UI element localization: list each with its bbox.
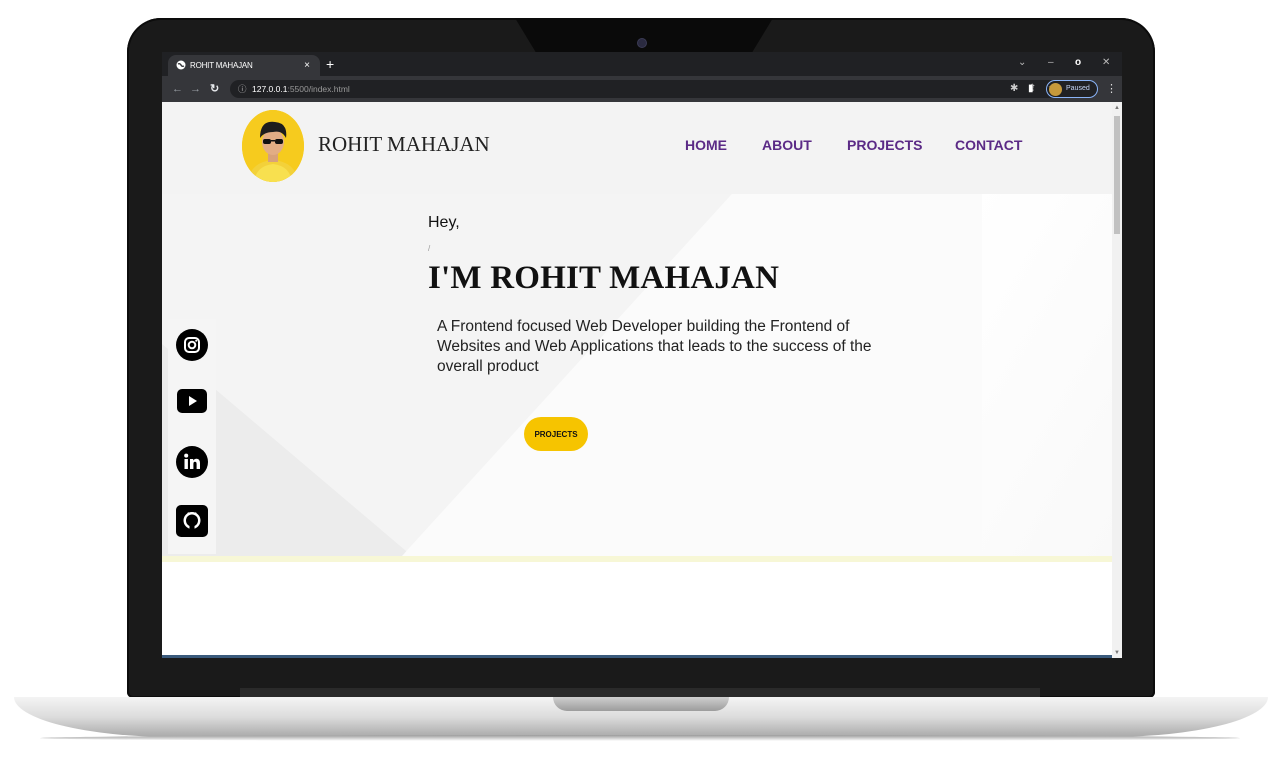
url-host: 127.0.0.1 [252,84,288,94]
nav-about[interactable]: ABOUT [762,137,812,153]
tab-close-icon[interactable]: × [304,55,310,76]
instagram-icon[interactable] [176,329,208,361]
scroll-up-icon[interactable]: ▲ [1114,105,1120,111]
side-panel-icon[interactable]: ▮ [1028,80,1034,98]
new-tab-button[interactable]: + [326,54,334,74]
address-bar[interactable]: ⓘ 127.0.0.1:5500/index.html ⇪ ☆ [230,80,1098,98]
next-section [162,562,1112,656]
nav-contact[interactable]: CONTACT [955,137,1022,153]
extensions-puzzle-icon[interactable]: ✱ [1010,80,1018,98]
maximize-button[interactable]: o [1075,52,1081,74]
profile-status: Paused [1066,85,1090,92]
hero-section: Hey, / I'M ROHIT MAHAJAN A Frontend focu… [162,194,1112,556]
hero-greeting: Hey, [428,214,460,231]
linkedin-icon[interactable] [176,446,208,478]
instagram-glyph-icon [184,337,200,353]
url-path: :5500/index.html [287,84,350,94]
browser-window: ROHIT MAHAJAN × + ⌄ – o ✕ ← → ↻ ⓘ 127.0.… [162,52,1122,658]
github-icon[interactable] [176,505,208,537]
profile-avatar [1049,83,1062,96]
laptop-base-notch [553,697,729,711]
linkedin-glyph-icon [184,453,200,469]
nav-home[interactable]: HOME [685,137,727,153]
close-window-button[interactable]: ✕ [1102,52,1110,74]
laptop-hinge [240,688,1040,697]
minimize-button[interactable]: – [1048,52,1054,74]
hero-description: A Frontend focused Web Developer buildin… [437,318,872,375]
youtube-play-icon [189,396,197,406]
site-info-icon[interactable]: ⓘ [238,80,247,98]
section-bottom-border [162,655,1112,658]
webcam-icon [637,38,647,48]
avatar[interactable] [242,110,304,182]
web-page: ROHIT MAHAJAN HOME ABOUT PROJECTS CONTAC… [162,102,1112,658]
youtube-icon[interactable] [177,389,207,413]
browser-toolbar: ← → ↻ ⓘ 127.0.0.1:5500/index.html ⇪ ☆ ✱ … [162,76,1122,102]
address-url: 127.0.0.1:5500/index.html [252,80,350,98]
scrollbar-thumb[interactable] [1114,116,1120,234]
github-octocat-icon [183,512,201,530]
laptop-shadow [40,735,1240,741]
brand-name[interactable]: ROHIT MAHAJAN [318,132,490,157]
social-links [168,319,216,554]
tab-title: ROHIT MAHAJAN [190,61,253,70]
projects-button[interactable]: PROJECTS [524,417,588,451]
forward-arrow-icon[interactable]: → [190,76,201,102]
globe-favicon-icon [176,60,186,70]
page-scrollbar[interactable]: ▲ ▼ [1112,102,1122,658]
avatar-portrait-icon [242,110,304,182]
typing-cursor: / [428,244,431,253]
site-header: ROHIT MAHAJAN HOME ABOUT PROJECTS CONTAC… [162,102,1112,194]
hero-title: I'M ROHIT MAHAJAN [428,260,780,296]
browser-tab[interactable]: ROHIT MAHAJAN × [168,55,320,76]
profile-button[interactable]: Paused [1046,80,1098,98]
nav-projects[interactable]: PROJECTS [847,137,922,153]
back-arrow-icon[interactable]: ← [172,76,183,102]
tab-search-icon[interactable]: ⌄ [1018,52,1026,74]
browser-menu-icon[interactable]: ⋮ [1106,80,1117,98]
tab-bar: ROHIT MAHAJAN × + ⌄ – o ✕ [162,52,1122,76]
reload-icon[interactable]: ↻ [210,76,219,102]
scroll-down-icon[interactable]: ▼ [1114,650,1120,656]
